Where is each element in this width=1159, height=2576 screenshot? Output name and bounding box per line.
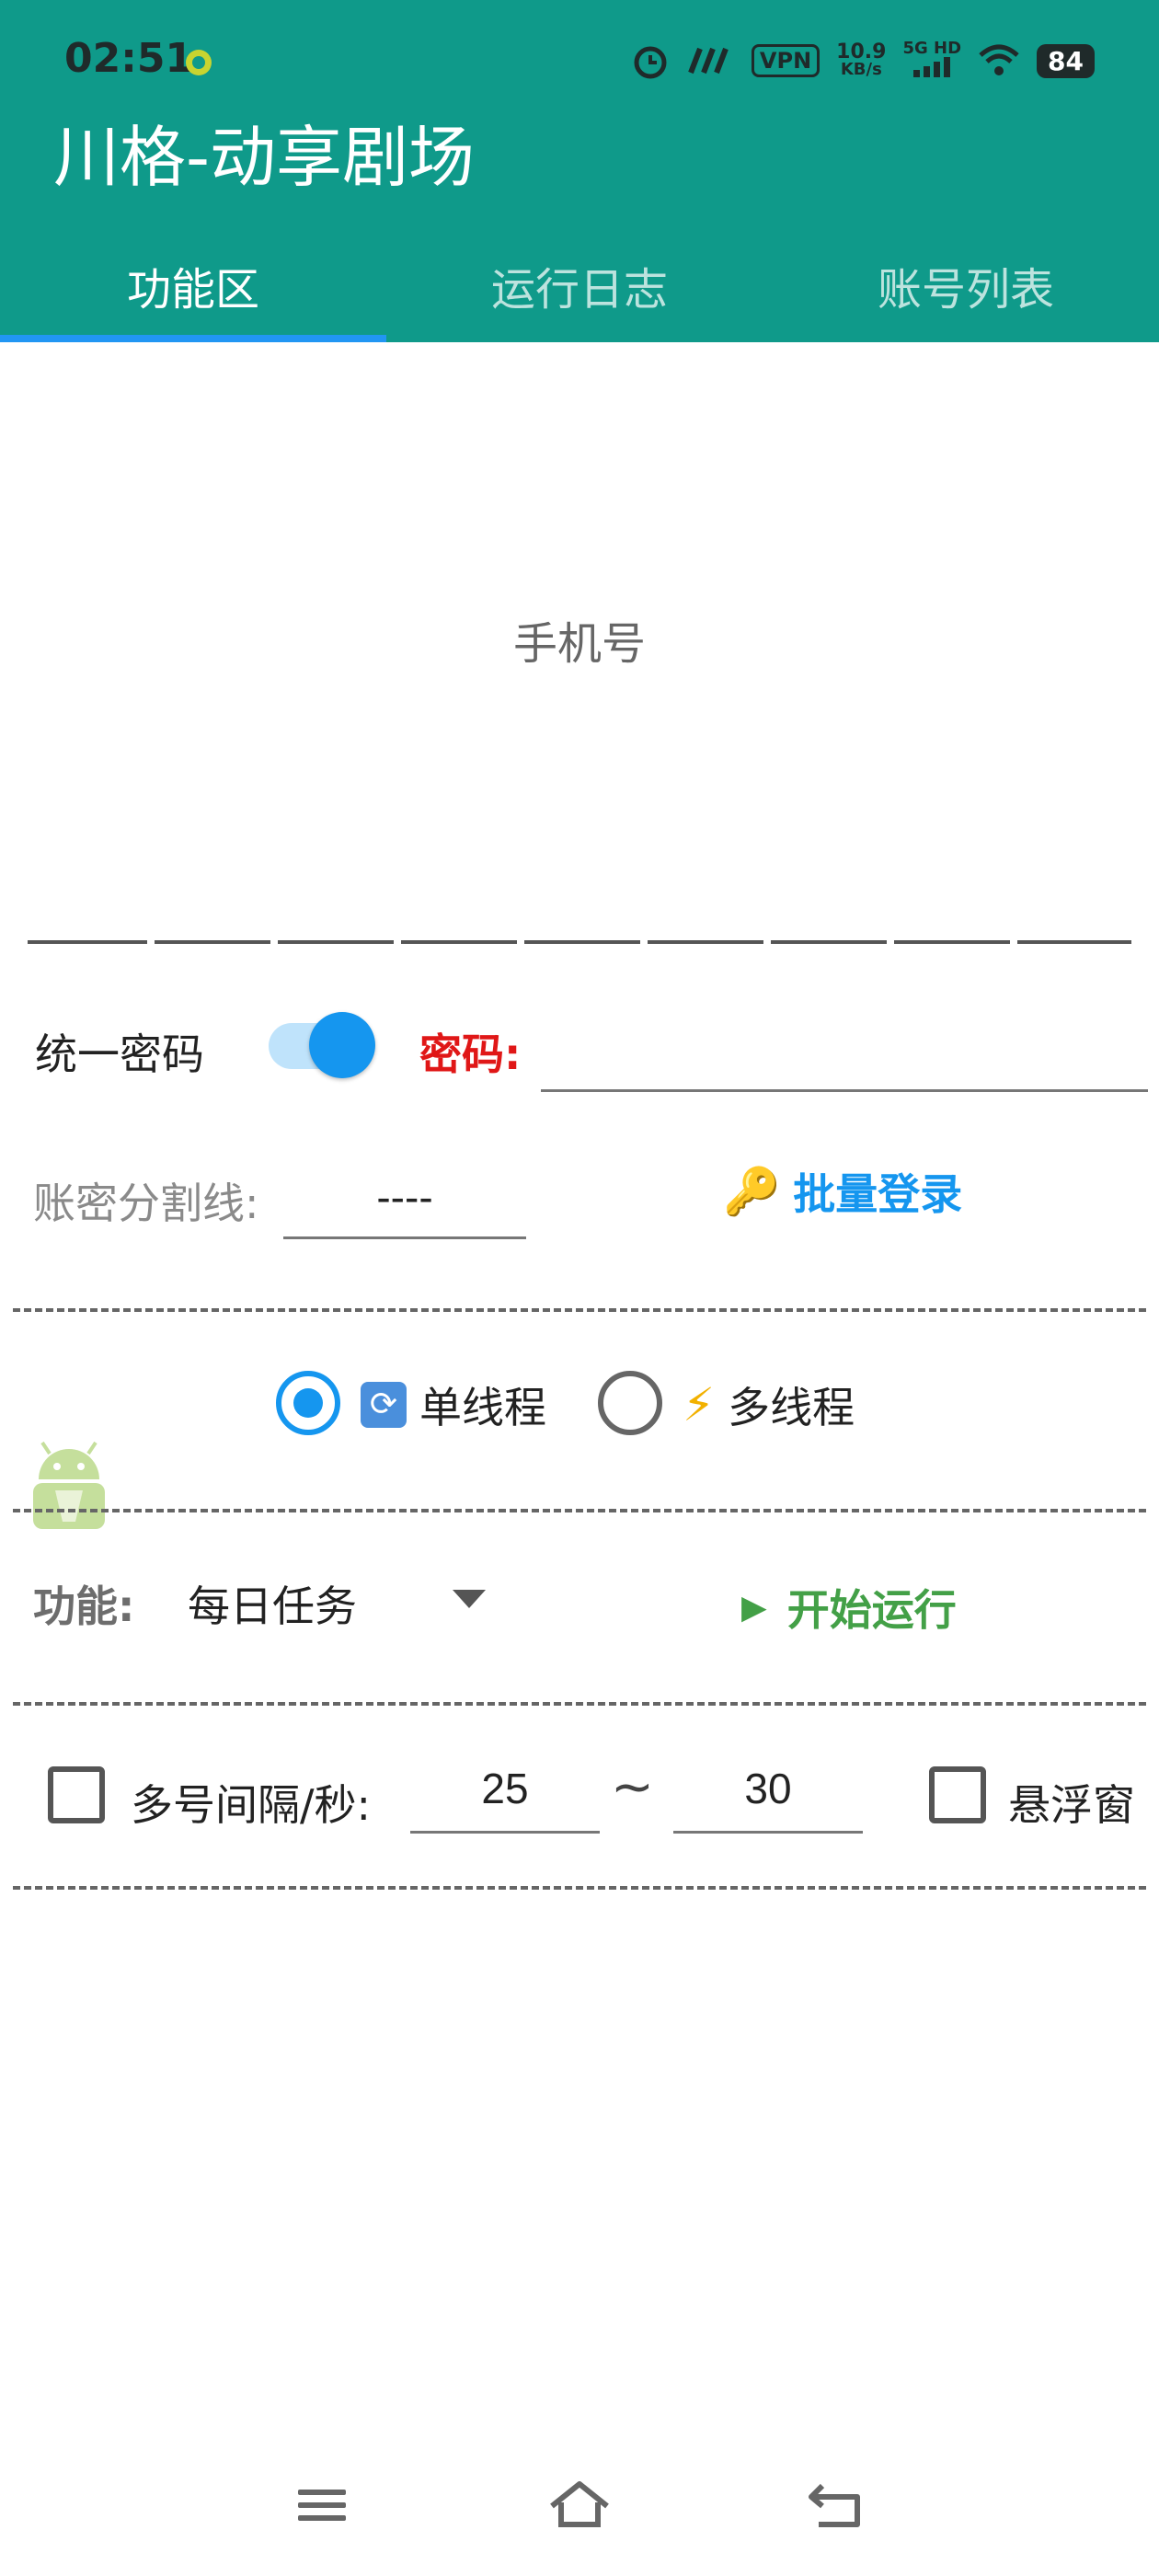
single-thread-label: 单线程 (419, 1383, 546, 1432)
interval-max-input[interactable] (673, 1746, 863, 1834)
start-run-button[interactable]: ▶ 开始运行 (741, 1577, 957, 1638)
batch-login-button[interactable]: 🔑 批量登录 (723, 1161, 962, 1222)
float-window-label: 悬浮窗 (1008, 1780, 1135, 1830)
vpn-badge: VPN (751, 44, 820, 77)
repeat-icon: ⟳ (361, 1382, 407, 1428)
interval-label: 多号间隔/秒: (131, 1780, 371, 1830)
toggle-thumb[interactable] (309, 1012, 375, 1078)
status-icons: VPN 10.9 KB/s 5G HD 84 (632, 37, 1095, 85)
separator-input[interactable] (283, 1157, 526, 1239)
app-header: 02:51 VPN 10.9 KB/s 5G HD 84 川格-动享剧场 功能区… (0, 0, 1159, 342)
nfc-icon (688, 47, 729, 75)
underline-gap (147, 937, 155, 946)
alarm-icon (634, 46, 667, 79)
signal-icon (913, 57, 951, 77)
phone-input-underline (28, 940, 1131, 944)
speed-unit: KB/s (840, 59, 882, 79)
key-icon: 🔑 (723, 1164, 781, 1218)
batch-login-label: 批量登录 (793, 1169, 963, 1219)
underline-gap (270, 937, 278, 946)
divider (13, 1702, 1146, 1706)
back-icon[interactable] (800, 2473, 874, 2537)
home-icon[interactable] (543, 2473, 616, 2537)
function-label: 功能: (33, 1581, 135, 1631)
multi-thread-label: 多线程 (728, 1383, 855, 1432)
underline-gap (640, 937, 648, 946)
phone-input[interactable]: 手机号 (0, 607, 1159, 672)
dropdown-arrow-icon[interactable] (453, 1590, 486, 1608)
android-floating-icon[interactable] (28, 1437, 110, 1533)
underline-gap (394, 937, 401, 946)
network-type: 5G HD (902, 39, 962, 58)
unify-password-label: 统一密码 (35, 1029, 204, 1079)
app-title: 川格-动享剧场 (53, 119, 475, 196)
battery-level: 84 (1037, 43, 1095, 78)
multi-interval-checkbox[interactable] (48, 1766, 105, 1823)
float-window-checkbox[interactable] (929, 1766, 986, 1823)
underline-gap (763, 937, 771, 946)
multi-thread-radio[interactable] (598, 1371, 662, 1435)
underline-gap (517, 937, 524, 946)
start-run-label: 开始运行 (786, 1585, 957, 1635)
divider (13, 1509, 1146, 1512)
tab-account-list[interactable]: 账号列表 (773, 253, 1159, 317)
notification-icon (186, 50, 212, 75)
divider (13, 1308, 1146, 1312)
single-thread-radio[interactable] (276, 1371, 340, 1435)
divider (13, 1886, 1146, 1890)
single-thread-option[interactable]: ⟳ 单线程 (361, 1374, 546, 1435)
network-speed: 10.9 KB/s (836, 41, 886, 79)
tab-run-log[interactable]: 运行日志 (386, 253, 773, 317)
password-label: 密码: (419, 1029, 522, 1079)
wifi-icon (979, 44, 1019, 75)
tab-indicator (0, 335, 386, 342)
password-input[interactable] (541, 1010, 1148, 1092)
cellular-signal: 5G HD (902, 40, 961, 81)
lightning-icon: ⚡ (683, 1378, 716, 1432)
function-select[interactable]: 每日任务 (188, 1573, 357, 1634)
tab-function-area[interactable]: 功能区 (0, 253, 386, 317)
interval-min-input[interactable] (410, 1746, 600, 1834)
multi-thread-option[interactable]: ⚡ 多线程 (683, 1374, 855, 1435)
status-time: 02:51 (64, 35, 194, 82)
underline-gap (1010, 937, 1017, 946)
underline-gap (887, 937, 894, 946)
menu-icon[interactable] (285, 2473, 359, 2537)
play-icon: ▶ (741, 1588, 767, 1627)
range-tilde: ~ (611, 1757, 654, 1817)
separator-label: 账密分割线: (33, 1179, 259, 1228)
